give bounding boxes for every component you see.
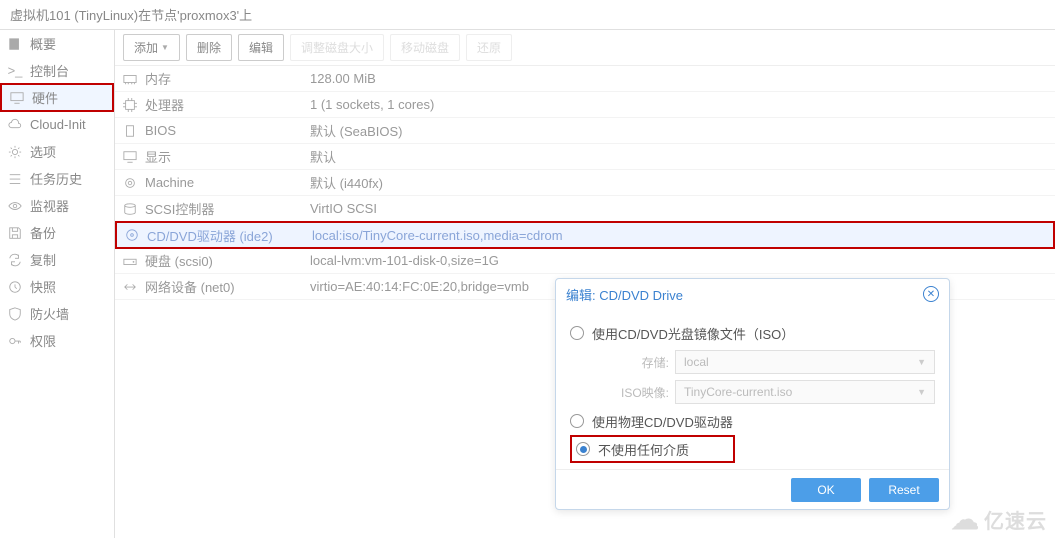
close-icon[interactable]: ✕ bbox=[923, 286, 939, 302]
sidebar-item-replication[interactable]: 复制 bbox=[0, 246, 114, 273]
sidebar-item-console[interactable]: >_ 控制台 bbox=[0, 57, 114, 84]
table-row[interactable]: 显示默认 bbox=[115, 144, 1055, 170]
sidebar-item-snapshot[interactable]: 快照 bbox=[0, 273, 114, 300]
table-row[interactable]: 处理器1 (1 sockets, 1 cores) bbox=[115, 92, 1055, 118]
reset-button[interactable]: Reset bbox=[869, 478, 939, 502]
display-icon bbox=[123, 150, 145, 164]
edit-button[interactable]: 编辑 bbox=[238, 34, 284, 61]
toolbar: 添加▼ 删除 编辑 调整磁盘大小 移动磁盘 还原 bbox=[115, 30, 1055, 66]
book-icon bbox=[8, 37, 22, 51]
table-row[interactable]: BIOS默认 (SeaBIOS) bbox=[115, 118, 1055, 144]
radio-option-iso[interactable]: 使用CD/DVD光盘镜像文件（ISO） bbox=[570, 319, 935, 347]
sidebar-item-label: 概要 bbox=[30, 34, 56, 53]
chevron-down-icon: ▼ bbox=[917, 357, 926, 367]
sidebar-item-label: Cloud-Init bbox=[30, 117, 86, 132]
sidebar-item-label: 硬件 bbox=[32, 88, 58, 107]
net-icon bbox=[123, 280, 145, 294]
table-row[interactable]: SCSI控制器VirtIO SCSI bbox=[115, 196, 1055, 222]
storage-select: local▼ bbox=[675, 350, 935, 374]
sidebar: 概要 >_ 控制台 硬件 Cloud-Init 选项 任务历史 监视器 备份 复制… bbox=[0, 30, 115, 538]
cloud-icon bbox=[8, 118, 22, 132]
disc-icon bbox=[125, 228, 147, 242]
sidebar-item-label: 控制台 bbox=[30, 61, 69, 80]
sidebar-item-backup[interactable]: 备份 bbox=[0, 219, 114, 246]
save-icon bbox=[8, 226, 22, 240]
hdd-icon bbox=[123, 254, 145, 268]
radio-option-physical[interactable]: 使用物理CD/DVD驱动器 bbox=[570, 407, 935, 435]
resize-disk-button: 调整磁盘大小 bbox=[290, 34, 384, 61]
key-icon bbox=[8, 334, 22, 348]
table-row-cddvd[interactable]: CD/DVD驱动器 (ide2)local:iso/TinyCore-curre… bbox=[115, 221, 1055, 249]
scsi-icon bbox=[123, 202, 145, 216]
add-button[interactable]: 添加▼ bbox=[123, 34, 180, 61]
table-row[interactable]: Machine默认 (i440fx) bbox=[115, 170, 1055, 196]
cpu-icon bbox=[123, 98, 145, 112]
window-title: 虚拟机101 (TinyLinux)在节点'proxmox3'上 bbox=[10, 5, 252, 24]
terminal-icon: >_ bbox=[8, 64, 22, 78]
radio-icon-checked bbox=[576, 442, 590, 456]
radio-icon bbox=[570, 414, 584, 428]
sidebar-item-label: 权限 bbox=[30, 331, 56, 350]
sidebar-item-hardware[interactable]: 硬件 bbox=[0, 83, 114, 112]
table-row[interactable]: 硬盘 (scsi0)local-lvm:vm-101-disk-0,size=1… bbox=[115, 248, 1055, 274]
sidebar-item-label: 复制 bbox=[30, 250, 56, 269]
memory-icon bbox=[123, 72, 145, 86]
edit-cddvd-dialog: 编辑: CD/DVD Drive ✕ 使用CD/DVD光盘镜像文件（ISO） 存… bbox=[555, 278, 950, 510]
radio-icon bbox=[570, 326, 584, 340]
move-disk-button: 移动磁盘 bbox=[390, 34, 460, 61]
sidebar-item-label: 选项 bbox=[30, 142, 56, 161]
eye-icon bbox=[8, 199, 22, 213]
list-icon bbox=[8, 172, 22, 186]
radio-option-none[interactable]: 不使用任何介质 bbox=[570, 435, 735, 463]
dialog-title-text: 编辑: CD/DVD Drive bbox=[566, 285, 683, 304]
sidebar-item-label: 任务历史 bbox=[30, 169, 82, 188]
sidebar-item-summary[interactable]: 概要 bbox=[0, 30, 114, 57]
chevron-down-icon: ▼ bbox=[917, 387, 926, 397]
iso-label: ISO映像: bbox=[594, 384, 669, 401]
history-icon bbox=[8, 280, 22, 294]
bios-icon bbox=[123, 124, 145, 138]
revert-button: 还原 bbox=[466, 34, 512, 61]
sidebar-item-options[interactable]: 选项 bbox=[0, 138, 114, 165]
storage-label: 存储: bbox=[594, 354, 669, 371]
sidebar-item-cloudinit[interactable]: Cloud-Init bbox=[0, 111, 114, 138]
gear-icon bbox=[8, 145, 22, 159]
table-row[interactable]: 内存128.00 MiB bbox=[115, 66, 1055, 92]
sync-icon bbox=[8, 253, 22, 267]
sidebar-item-label: 备份 bbox=[30, 223, 56, 242]
watermark: ☁ 亿速云 bbox=[951, 503, 1047, 536]
dialog-titlebar: 编辑: CD/DVD Drive ✕ bbox=[556, 279, 949, 309]
iso-select: TinyCore-current.iso▼ bbox=[675, 380, 935, 404]
sidebar-item-label: 监视器 bbox=[30, 196, 69, 215]
shield-icon bbox=[8, 307, 22, 321]
remove-button[interactable]: 删除 bbox=[186, 34, 232, 61]
ok-button[interactable]: OK bbox=[791, 478, 861, 502]
sidebar-item-label: 防火墙 bbox=[30, 304, 69, 323]
chevron-down-icon: ▼ bbox=[161, 43, 169, 52]
sidebar-item-monitor[interactable]: 监视器 bbox=[0, 192, 114, 219]
window-header: 虚拟机101 (TinyLinux)在节点'proxmox3'上 bbox=[0, 0, 1055, 30]
sidebar-item-permissions[interactable]: 权限 bbox=[0, 327, 114, 354]
sidebar-item-taskhistory[interactable]: 任务历史 bbox=[0, 165, 114, 192]
cloud-icon: ☁ bbox=[951, 503, 980, 536]
monitor-icon bbox=[10, 91, 24, 105]
machine-icon bbox=[123, 176, 145, 190]
sidebar-item-firewall[interactable]: 防火墙 bbox=[0, 300, 114, 327]
sidebar-item-label: 快照 bbox=[30, 277, 56, 296]
